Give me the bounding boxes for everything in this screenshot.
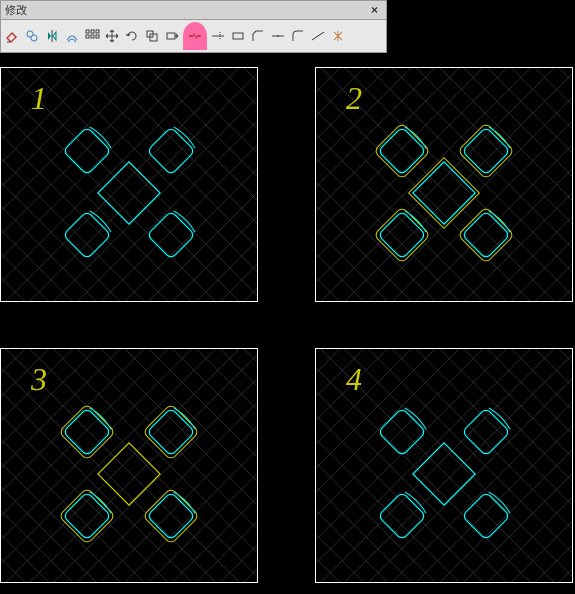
offset-icon[interactable] [63,27,81,45]
table-chairs-drawing [364,105,524,265]
table-chairs-drawing [49,386,209,546]
table-chairs-drawing [364,386,524,546]
toolbar-button-row [1,20,386,52]
close-icon[interactable]: × [367,3,382,17]
viewport-grid: 1 2 3 4 [0,53,575,594]
fillet-icon[interactable] [289,27,307,45]
break-icon[interactable] [183,22,207,50]
move-icon[interactable] [103,27,121,45]
viewport-label: 1 [31,80,47,117]
viewport-2[interactable]: 2 [315,67,573,302]
join-icon[interactable] [269,27,287,45]
array-icon[interactable] [83,27,101,45]
chamfer-icon[interactable] [249,27,267,45]
mirror-icon[interactable] [43,27,61,45]
copy-icon[interactable] [23,27,41,45]
explode-icon[interactable] [329,27,347,45]
lengthen-icon[interactable] [309,27,327,45]
toolbar-titlebar[interactable]: 修改 × [1,1,386,20]
viewport-3[interactable]: 3 [0,348,258,583]
scale-icon[interactable] [143,27,161,45]
viewport-label: 3 [31,361,47,398]
toolbar-title-text: 修改 [5,2,27,18]
viewport-label: 4 [346,361,362,398]
viewport-1[interactable]: 1 [0,67,258,302]
viewport-label: 2 [346,80,362,117]
erase-icon[interactable] [3,27,21,45]
rotate-icon[interactable] [123,27,141,45]
modify-toolbar: 修改 × [0,0,387,53]
table-chairs-drawing [49,105,209,265]
trim-icon[interactable] [209,27,227,45]
viewport-4[interactable]: 4 [315,348,573,583]
stretch-icon[interactable] [163,27,181,45]
extend-icon[interactable] [229,27,247,45]
